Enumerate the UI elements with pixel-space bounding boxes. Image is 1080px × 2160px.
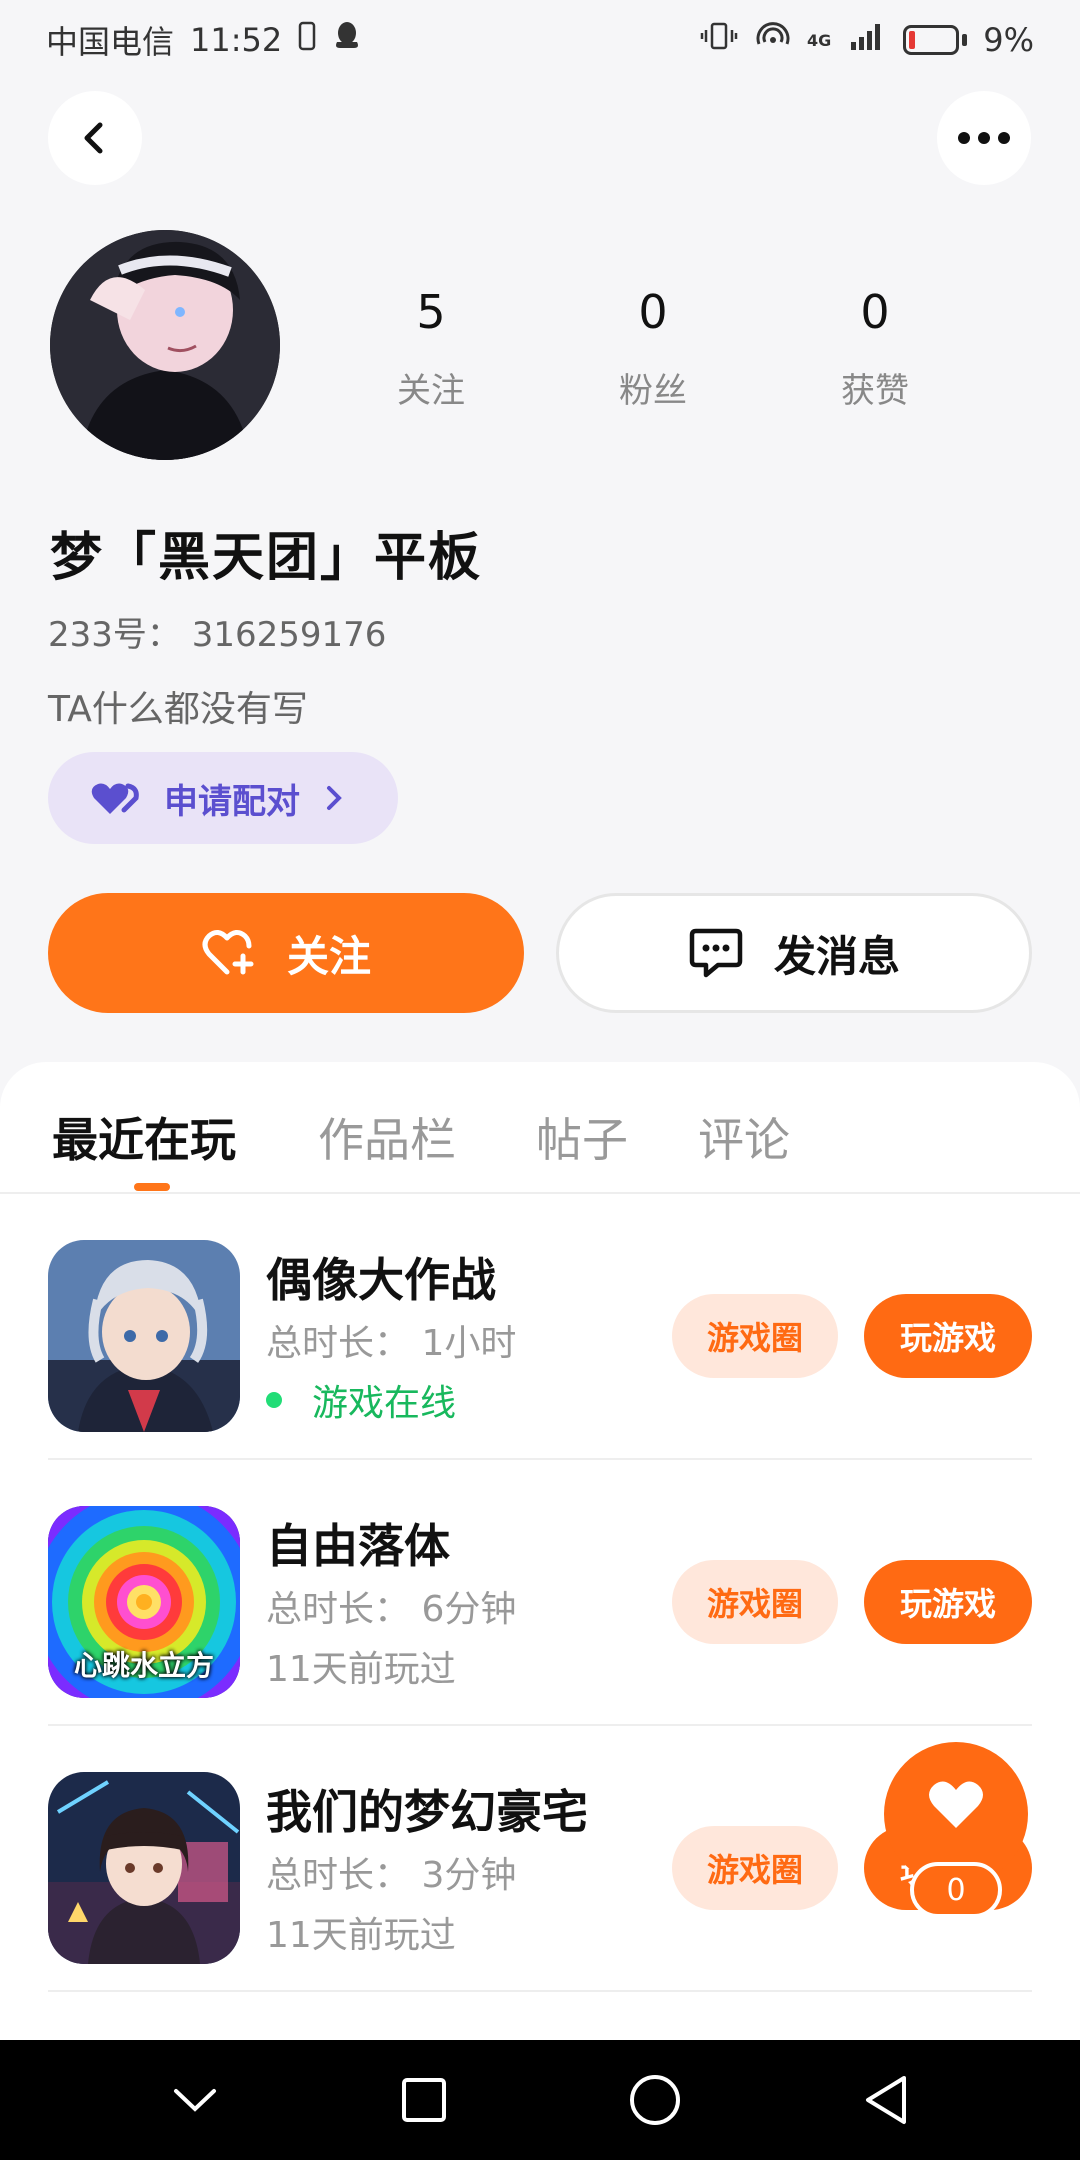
game-circle-button[interactable]: 游戏圈 <box>672 1294 838 1378</box>
vibrate-icon <box>699 20 739 60</box>
status-right: 4G 9% <box>699 20 1034 60</box>
game-status: 游戏在线 <box>266 1374 456 1426</box>
game-row[interactable]: 偶像大作战 总时长： 1小时 游戏在线 游戏圈 玩游戏 <box>48 1194 1032 1460</box>
chevron-right-icon <box>327 786 342 810</box>
tab-comments[interactable]: 评论 <box>698 1104 790 1170</box>
more-dots-icon <box>958 132 1010 144</box>
home-icon[interactable] <box>628 2073 682 2127</box>
status-bar: 中国电信 11:52 4G 9% <box>0 0 1080 80</box>
system-nav-bar <box>0 2040 1080 2160</box>
qq-icon <box>332 20 362 60</box>
game-title: 偶像大作战 <box>266 1253 496 1307</box>
game-circle-button[interactable]: 游戏圈 <box>672 1826 838 1910</box>
back-button[interactable] <box>48 91 142 185</box>
game-icon-caption: 心跳水立方 <box>73 1649 214 1682</box>
stat-likes[interactable]: 0 获赞 <box>764 285 986 412</box>
avatar[interactable] <box>50 230 280 460</box>
chat-bubble-icon <box>689 928 743 978</box>
game-row[interactable]: 我们的梦幻豪宅 总时长： 3分钟 11天前玩过 游戏圈 玩游戏 <box>48 1726 1032 1992</box>
pair-request-button[interactable]: 申请配对 <box>48 752 398 844</box>
carrier-label: 中国电信 <box>46 23 175 61</box>
more-button[interactable] <box>937 91 1031 185</box>
game-circle-button[interactable]: 游戏圈 <box>672 1560 838 1644</box>
game-status-label: 游戏在线 <box>312 1383 457 1424</box>
stat-fans-label: 粉丝 <box>619 371 687 411</box>
back-triangle-icon[interactable] <box>862 2074 910 2126</box>
game-row[interactable]: 心跳水立方 自由落体 总时长： 6分钟 11天前玩过 游戏圈 玩游戏 <box>48 1460 1032 1726</box>
game-play-time: 总时长： 3分钟 <box>266 1855 517 1896</box>
status-left: 中国电信 11:52 <box>46 17 362 63</box>
game-status: 11天前玩过 <box>266 1649 456 1690</box>
tab-bar: 最近在玩 作品栏 帖子 评论 <box>0 1062 1080 1194</box>
battery-icon <box>903 25 968 55</box>
game-title: 自由落体 <box>266 1519 450 1573</box>
game-title: 我们的梦幻豪宅 <box>266 1785 588 1839</box>
recent-apps-icon[interactable] <box>400 2076 448 2124</box>
play-game-button[interactable]: 玩游戏 <box>864 1294 1032 1378</box>
stat-fans[interactable]: 0 粉丝 <box>542 285 764 412</box>
nickname: 梦「黑天团」平板 <box>50 528 483 588</box>
game-icon[interactable]: 心跳水立方 <box>48 1506 240 1698</box>
tab-indicator <box>134 1183 170 1191</box>
pair-request-label: 申请配对 <box>164 781 300 822</box>
profile-stats: 5 关注 0 粉丝 0 获赞 <box>320 285 1080 412</box>
game-play-time: 总时长： 1小时 <box>266 1323 517 1364</box>
bio: TA什么都没有写 <box>48 689 308 730</box>
stat-following[interactable]: 5 关注 <box>320 285 542 412</box>
heart-plus-icon <box>202 930 254 975</box>
clock: 11:52 <box>190 21 283 59</box>
double-heart-icon <box>91 783 139 814</box>
hotspot-icon <box>755 20 791 60</box>
signal-icon <box>847 20 887 60</box>
tab-works[interactable]: 作品栏 <box>318 1104 456 1170</box>
sim-icon <box>298 21 316 59</box>
game-play-time: 总时长： 6分钟 <box>266 1589 517 1630</box>
follow-button[interactable]: 关注 <box>48 893 524 1013</box>
heart-icon <box>929 1781 983 1828</box>
stat-likes-label: 获赞 <box>841 371 909 411</box>
message-button[interactable]: 发消息 <box>556 893 1032 1013</box>
game-icon[interactable] <box>48 1772 240 1964</box>
chevron-left-icon <box>84 122 103 154</box>
play-game-button[interactable]: 玩游戏 <box>864 1560 1032 1644</box>
message-label: 发消息 <box>773 931 900 981</box>
online-dot-icon <box>266 1392 282 1408</box>
network-label: 4G <box>806 30 832 50</box>
game-icon[interactable] <box>48 1240 240 1432</box>
tab-recent-play[interactable]: 最近在玩 <box>52 1104 236 1170</box>
tab-posts[interactable]: 帖子 <box>536 1104 628 1170</box>
stat-likes-count: 0 <box>860 285 890 339</box>
stat-fans-count: 0 <box>638 285 668 339</box>
chevron-down-icon[interactable] <box>170 2083 220 2117</box>
like-count-badge: 0 <box>910 1862 1002 1918</box>
stat-following-count: 5 <box>416 285 446 339</box>
game-status: 11天前玩过 <box>266 1915 456 1956</box>
battery-label: 9% <box>983 21 1034 59</box>
stat-following-label: 关注 <box>397 371 465 411</box>
user-id: 233号： 316259176 <box>48 615 387 655</box>
follow-label: 关注 <box>286 931 371 981</box>
